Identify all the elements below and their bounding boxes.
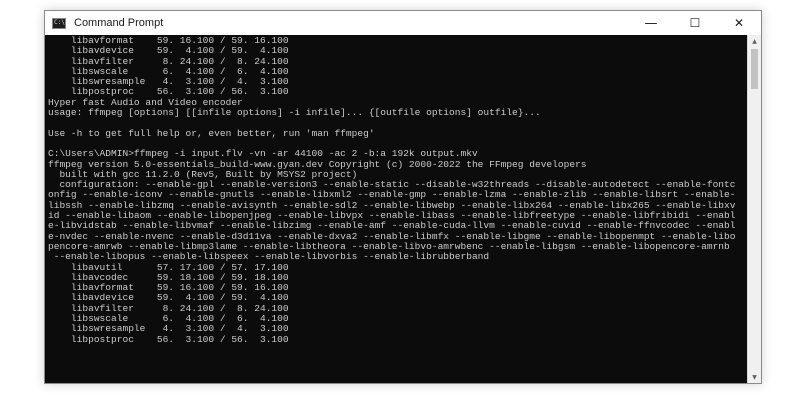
terminal-icon: C:\ xyxy=(52,17,66,29)
scroll-up-arrow-icon[interactable]: ▲ xyxy=(748,35,761,47)
minimize-icon: — xyxy=(644,15,658,31)
title-bar[interactable]: C:\ Command Prompt — ☐ ✕ xyxy=(45,11,761,35)
minimize-button[interactable]: — xyxy=(629,11,673,35)
console-line: usage: ffmpeg [options] [[infile options… xyxy=(48,107,541,119)
scroll-down-arrow-icon[interactable]: ▼ xyxy=(748,371,761,383)
window-title: Command Prompt xyxy=(74,17,164,29)
console-line: Use -h to get full help or, even better,… xyxy=(48,127,375,139)
command-prompt-window: C:\ Command Prompt — ☐ ✕ libavformat 59.… xyxy=(44,10,762,384)
vertical-scrollbar[interactable]: ▲ ▼ xyxy=(747,35,761,383)
console-line: libpostproc 56. 3.100 / 56. 3.100 xyxy=(48,333,289,345)
close-icon: ✕ xyxy=(733,16,745,30)
maximize-button[interactable]: ☐ xyxy=(673,11,717,35)
window-controls: — ☐ ✕ xyxy=(629,11,761,35)
console-text: libavformat 59. 16.100 / 59. 16.100 liba… xyxy=(48,35,747,345)
console-output[interactable]: libavformat 59. 16.100 / 59. 16.100 liba… xyxy=(45,35,747,383)
scrollbar-thumb[interactable] xyxy=(751,49,758,89)
maximize-icon: ☐ xyxy=(689,16,701,30)
close-button[interactable]: ✕ xyxy=(717,11,761,35)
